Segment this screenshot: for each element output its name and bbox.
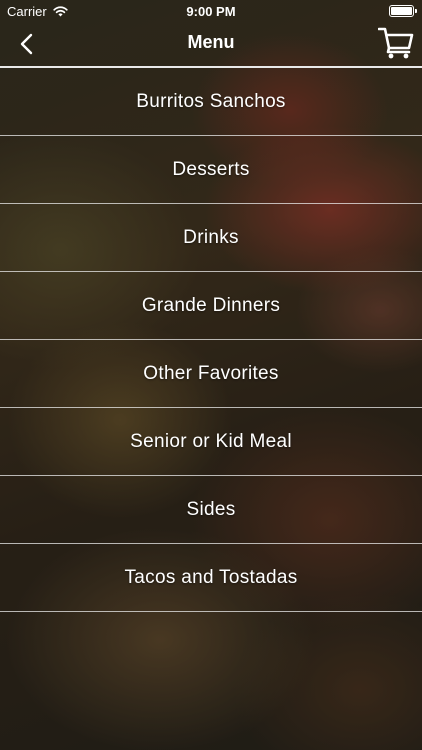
status-bar: Carrier 9:00 PM — [0, 0, 422, 22]
menu-item-senior-or-kid-meal[interactable]: Senior or Kid Meal — [0, 408, 422, 476]
menu-item-tacos-and-tostadas[interactable]: Tacos and Tostadas — [0, 544, 422, 612]
shopping-cart-icon[interactable] — [378, 26, 414, 60]
menu-item-drinks[interactable]: Drinks — [0, 204, 422, 272]
battery-fill — [391, 7, 412, 15]
battery-icon — [389, 5, 417, 17]
menu-item-other-favorites[interactable]: Other Favorites — [0, 340, 422, 408]
page-title: Menu — [187, 32, 235, 52]
menu-item-grande-dinners[interactable]: Grande Dinners — [0, 272, 422, 340]
menu-list: Burritos Sanchos Desserts Drinks Grande … — [0, 68, 422, 612]
menu-item-desserts[interactable]: Desserts — [0, 136, 422, 204]
status-time: 9:00 PM — [186, 4, 236, 19]
menu-item-burritos-sanchos[interactable]: Burritos Sanchos — [0, 68, 422, 136]
menu-item-sides[interactable]: Sides — [0, 476, 422, 544]
nav-bar: Menu — [0, 22, 422, 66]
